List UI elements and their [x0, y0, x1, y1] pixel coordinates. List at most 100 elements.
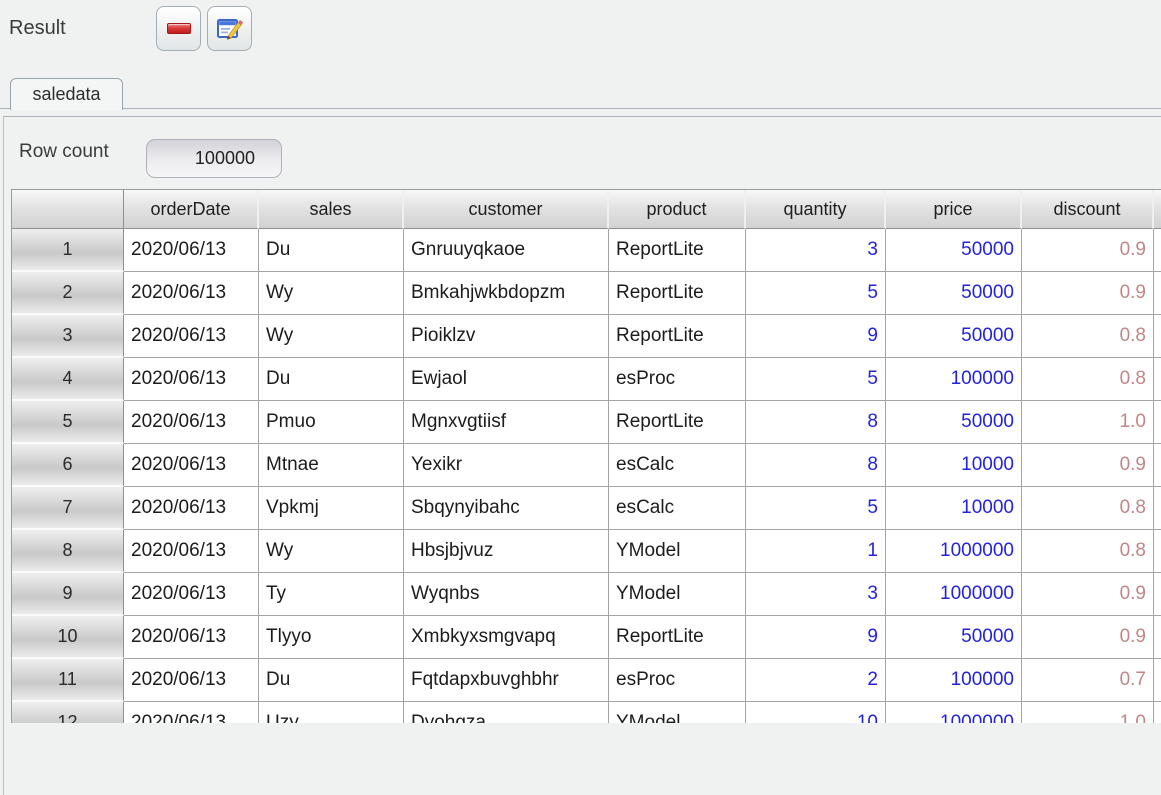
clipped-cell[interactable]	[1154, 616, 1161, 659]
cell-price[interactable]: 10000	[886, 444, 1022, 487]
cell-price[interactable]: 100000	[886, 659, 1022, 702]
cell-customer[interactable]: Fqtdapxbuvghbhr	[404, 659, 609, 702]
cell-product[interactable]: YModel	[609, 530, 746, 573]
row-header[interactable]: 6	[12, 444, 124, 487]
cell-discount[interactable]: 0.9	[1022, 229, 1154, 272]
cell-price[interactable]: 50000	[886, 401, 1022, 444]
cell-product[interactable]: esCalc	[609, 487, 746, 530]
row-header[interactable]: 9	[12, 573, 124, 616]
cell-discount[interactable]: 1.0	[1022, 401, 1154, 444]
cell-orderDate[interactable]: 2020/06/13	[124, 659, 259, 702]
cell-sales[interactable]: Du	[259, 358, 404, 401]
cell-customer[interactable]: Sbqynyibahc	[404, 487, 609, 530]
row-header[interactable]: 7	[12, 487, 124, 530]
cell-orderDate[interactable]: 2020/06/13	[124, 444, 259, 487]
cell-customer[interactable]: Dyohgza	[404, 702, 609, 723]
column-header-product[interactable]: product	[609, 190, 746, 229]
cell-orderDate[interactable]: 2020/06/13	[124, 487, 259, 530]
cell-product[interactable]: esProc	[609, 659, 746, 702]
row-header[interactable]: 12	[12, 702, 124, 723]
cell-price[interactable]: 100000	[886, 358, 1022, 401]
remove-button[interactable]	[156, 6, 201, 51]
cell-orderDate[interactable]: 2020/06/13	[124, 616, 259, 659]
cell-customer[interactable]: Gnruuyqkaoe	[404, 229, 609, 272]
cell-discount[interactable]: 0.8	[1022, 530, 1154, 573]
cell-price[interactable]: 10000	[886, 487, 1022, 530]
cell-sales[interactable]: Ty	[259, 573, 404, 616]
cell-customer[interactable]: Ewjaol	[404, 358, 609, 401]
cell-discount[interactable]: 0.9	[1022, 616, 1154, 659]
cell-sales[interactable]: Uzy	[259, 702, 404, 723]
clipped-cell[interactable]	[1154, 702, 1161, 723]
column-header-price[interactable]: price	[886, 190, 1022, 229]
cell-price[interactable]: 1000000	[886, 573, 1022, 616]
row-header[interactable]: 2	[12, 272, 124, 315]
column-header-sales[interactable]: sales	[259, 190, 404, 229]
cell-price[interactable]: 50000	[886, 616, 1022, 659]
cell-product[interactable]: ReportLite	[609, 315, 746, 358]
cell-customer[interactable]: Hbsjbjvuz	[404, 530, 609, 573]
column-header-discount[interactable]: discount	[1022, 190, 1154, 229]
row-header[interactable]: 1	[12, 229, 124, 272]
cell-quantity[interactable]: 5	[746, 487, 886, 530]
cell-quantity[interactable]: 5	[746, 272, 886, 315]
clipped-cell[interactable]	[1154, 487, 1161, 530]
row-header[interactable]: 3	[12, 315, 124, 358]
cell-product[interactable]: ReportLite	[609, 616, 746, 659]
clipped-cell[interactable]	[1154, 229, 1161, 272]
column-header-customer[interactable]: customer	[404, 190, 609, 229]
cell-quantity[interactable]: 9	[746, 315, 886, 358]
cell-orderDate[interactable]: 2020/06/13	[124, 573, 259, 616]
column-header-clipped[interactable]	[1154, 190, 1161, 229]
cell-product[interactable]: ReportLite	[609, 401, 746, 444]
cell-quantity[interactable]: 3	[746, 229, 886, 272]
cell-orderDate[interactable]: 2020/06/13	[124, 401, 259, 444]
cell-customer[interactable]: Wyqnbs	[404, 573, 609, 616]
cell-discount[interactable]: 0.8	[1022, 315, 1154, 358]
cell-quantity[interactable]: 2	[746, 659, 886, 702]
clipped-cell[interactable]	[1154, 530, 1161, 573]
cell-discount[interactable]: 0.8	[1022, 487, 1154, 530]
cell-quantity[interactable]: 3	[746, 573, 886, 616]
cell-sales[interactable]: Mtnae	[259, 444, 404, 487]
cell-sales[interactable]: Wy	[259, 272, 404, 315]
clipped-cell[interactable]	[1154, 444, 1161, 487]
cell-customer[interactable]: Yexikr	[404, 444, 609, 487]
cell-product[interactable]: YModel	[609, 702, 746, 723]
cell-product[interactable]: ReportLite	[609, 272, 746, 315]
cell-orderDate[interactable]: 2020/06/13	[124, 358, 259, 401]
cell-sales[interactable]: Du	[259, 659, 404, 702]
cell-discount[interactable]: 0.9	[1022, 444, 1154, 487]
cell-orderDate[interactable]: 2020/06/13	[124, 530, 259, 573]
tab-saledata[interactable]: saledata	[10, 78, 123, 110]
cell-discount[interactable]: 0.9	[1022, 573, 1154, 616]
cell-product[interactable]: esCalc	[609, 444, 746, 487]
row-header[interactable]: 5	[12, 401, 124, 444]
cell-customer[interactable]: Mgnxvgtiisf	[404, 401, 609, 444]
clipped-cell[interactable]	[1154, 659, 1161, 702]
cell-orderDate[interactable]: 2020/06/13	[124, 315, 259, 358]
clipped-cell[interactable]	[1154, 272, 1161, 315]
cell-quantity[interactable]: 10	[746, 702, 886, 723]
row-count-field[interactable]: 100000	[146, 139, 282, 178]
row-header[interactable]: 11	[12, 659, 124, 702]
cell-discount[interactable]: 1.0	[1022, 702, 1154, 723]
cell-sales[interactable]: Du	[259, 229, 404, 272]
cell-quantity[interactable]: 5	[746, 358, 886, 401]
row-header[interactable]: 4	[12, 358, 124, 401]
edit-button[interactable]	[207, 6, 252, 51]
cell-price[interactable]: 50000	[886, 315, 1022, 358]
cell-quantity[interactable]: 8	[746, 444, 886, 487]
cell-quantity[interactable]: 8	[746, 401, 886, 444]
row-header[interactable]: 8	[12, 530, 124, 573]
cell-sales[interactable]: Wy	[259, 530, 404, 573]
cell-quantity[interactable]: 9	[746, 616, 886, 659]
cell-product[interactable]: ReportLite	[609, 229, 746, 272]
clipped-cell[interactable]	[1154, 401, 1161, 444]
cell-orderDate[interactable]: 2020/06/13	[124, 702, 259, 723]
clipped-cell[interactable]	[1154, 315, 1161, 358]
corner-header[interactable]	[12, 190, 124, 229]
cell-sales[interactable]: Wy	[259, 315, 404, 358]
cell-price[interactable]: 1000000	[886, 530, 1022, 573]
cell-product[interactable]: esProc	[609, 358, 746, 401]
